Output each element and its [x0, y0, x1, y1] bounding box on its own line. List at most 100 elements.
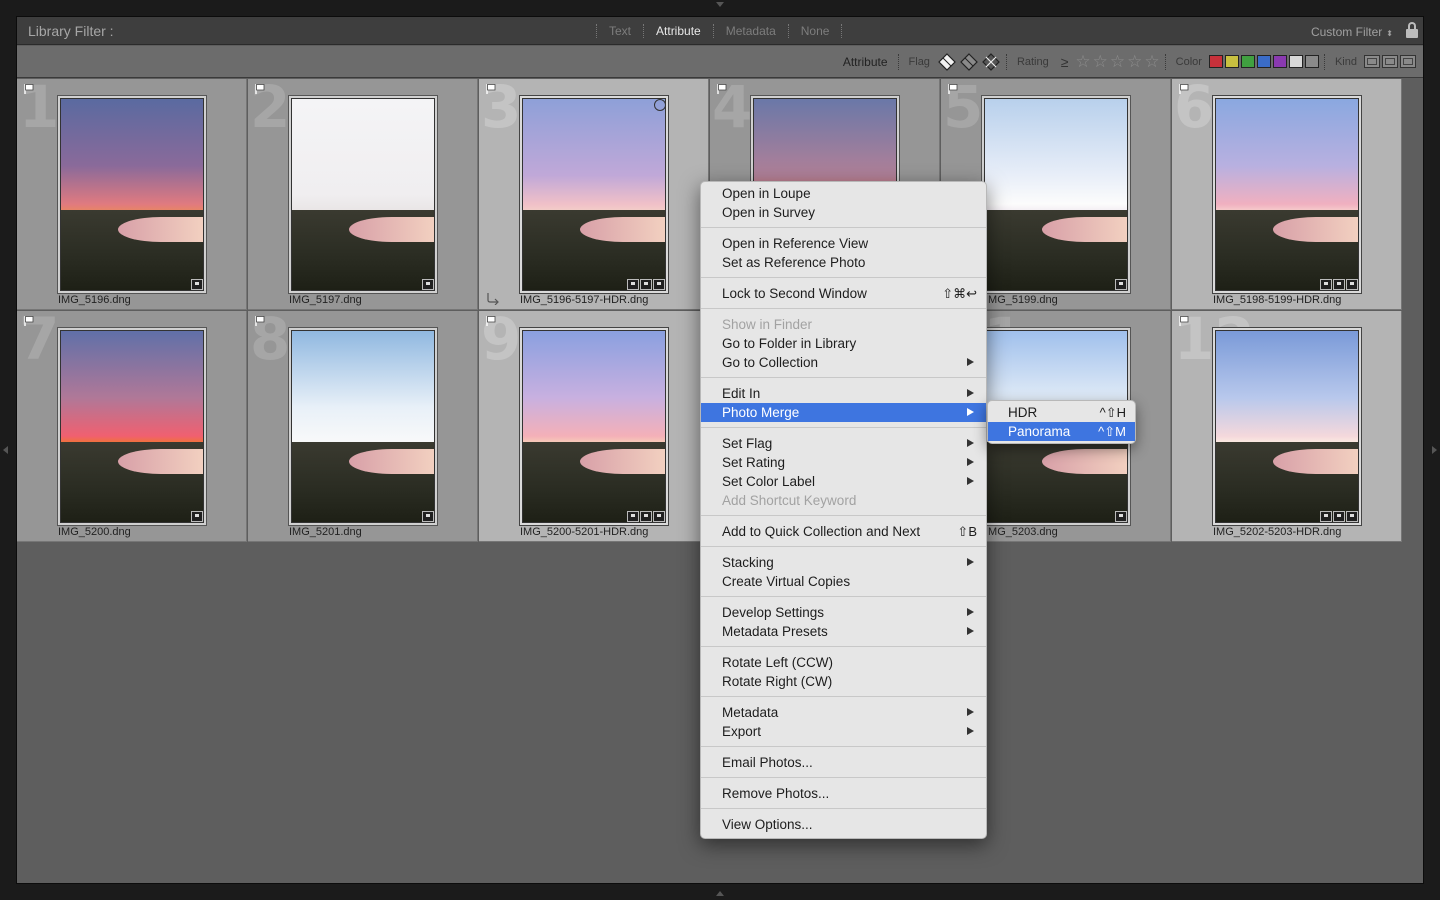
- grid-cell[interactable]: 7 IMG_5200.dng: [17, 311, 247, 542]
- thumbnail-frame[interactable]: [288, 95, 438, 294]
- star-icon[interactable]: ☆: [1093, 52, 1108, 71]
- tab-attribute[interactable]: Attribute: [648, 24, 709, 38]
- flag-icon[interactable]: [254, 314, 266, 326]
- metadata-badge-icon[interactable]: [627, 279, 639, 290]
- flag-picked-icon[interactable]: [938, 52, 956, 71]
- color-swatch-yellow[interactable]: [1224, 55, 1239, 68]
- grid-cell[interactable]: 1 IMG_5196.dng: [17, 79, 247, 310]
- menu-remove-photos[interactable]: Remove Photos...: [701, 784, 986, 803]
- metadata-badge-icon[interactable]: [1115, 279, 1127, 290]
- submenu-panorama[interactable]: Panorama ^⇧M: [988, 422, 1135, 441]
- panel-toggle-top-icon[interactable]: [716, 2, 724, 7]
- flag-icon[interactable]: [23, 314, 35, 326]
- menu-rotate-right[interactable]: Rotate Right (CW): [701, 672, 986, 691]
- crop-badge-icon[interactable]: [1333, 511, 1345, 522]
- flag-icon[interactable]: [485, 82, 497, 94]
- grid-cell[interactable]: 8 IMG_5201.dng: [248, 311, 478, 542]
- crop-badge-icon[interactable]: [640, 279, 652, 290]
- photo-thumbnail[interactable]: [291, 330, 435, 523]
- photo-thumbnail[interactable]: [1215, 330, 1359, 523]
- grid-cell[interactable]: 9 IMG_5200-5201-HDR.dng: [479, 311, 709, 542]
- photo-thumbnail[interactable]: [291, 98, 435, 291]
- menu-open-in-loupe[interactable]: Open in Loupe: [701, 184, 986, 203]
- metadata-badge-icon[interactable]: [627, 511, 639, 522]
- flag-rejected-icon[interactable]: [982, 52, 1000, 71]
- kind-video-icon[interactable]: [1400, 55, 1416, 68]
- metadata-badge-icon[interactable]: [191, 511, 203, 522]
- menu-email-photos[interactable]: Email Photos...: [701, 753, 986, 772]
- thumbnail-frame[interactable]: [1212, 95, 1362, 294]
- photo-thumbnail[interactable]: [60, 330, 204, 523]
- menu-go-to-collection[interactable]: Go to Collection: [701, 353, 986, 372]
- lock-icon[interactable]: [1405, 22, 1419, 38]
- develop-badge-icon[interactable]: [1346, 511, 1358, 522]
- metadata-badge-icon[interactable]: [191, 279, 203, 290]
- metadata-badge-icon[interactable]: [422, 279, 434, 290]
- menu-open-in-survey[interactable]: Open in Survey: [701, 203, 986, 222]
- panel-toggle-right-icon[interactable]: [1432, 446, 1437, 454]
- thumbnail-frame[interactable]: [519, 327, 669, 526]
- menu-edit-in[interactable]: Edit In: [701, 384, 986, 403]
- rotate-icon[interactable]: [485, 291, 501, 306]
- color-swatch-gray[interactable]: [1304, 55, 1319, 68]
- menu-go-to-folder[interactable]: Go to Folder in Library: [701, 334, 986, 353]
- menu-open-in-reference-view[interactable]: Open in Reference View: [701, 234, 986, 253]
- flag-icon[interactable]: [23, 82, 35, 94]
- flag-unflagged-icon[interactable]: [960, 52, 978, 71]
- develop-badge-icon[interactable]: [1346, 279, 1358, 290]
- tab-text[interactable]: Text: [601, 24, 639, 38]
- photo-thumbnail[interactable]: [522, 330, 666, 523]
- color-swatch-purple[interactable]: [1272, 55, 1287, 68]
- star-icon[interactable]: ☆: [1144, 52, 1159, 71]
- grid-cell[interactable]: 6 IMG_5198-5199-HDR.dng: [1172, 79, 1402, 310]
- panel-toggle-bottom-icon[interactable]: [716, 891, 724, 896]
- develop-badge-icon[interactable]: [653, 511, 665, 522]
- flag-icon[interactable]: [1178, 314, 1190, 326]
- flag-icon[interactable]: [947, 82, 959, 94]
- thumbnail-frame[interactable]: [1212, 327, 1362, 526]
- thumbnail-frame[interactable]: [57, 327, 207, 526]
- flag-icon[interactable]: [716, 82, 728, 94]
- menu-set-as-reference-photo[interactable]: Set as Reference Photo: [701, 253, 986, 272]
- kind-virtual-copy-icon[interactable]: [1382, 55, 1398, 68]
- menu-export[interactable]: Export: [701, 722, 986, 741]
- thumbnail-frame[interactable]: [57, 95, 207, 294]
- rating-operator[interactable]: ≥: [1061, 54, 1069, 70]
- photo-thumbnail[interactable]: [1215, 98, 1359, 291]
- color-swatch-white[interactable]: [1288, 55, 1303, 68]
- photo-thumbnail[interactable]: [522, 98, 666, 291]
- grid-cell[interactable]: 12IMG_5202-5203-HDR.dng: [1172, 311, 1402, 542]
- menu-photo-merge[interactable]: Photo Merge: [701, 403, 986, 422]
- menu-metadata[interactable]: Metadata: [701, 703, 986, 722]
- crop-badge-icon[interactable]: [1333, 279, 1345, 290]
- thumbnail-frame[interactable]: [981, 95, 1131, 294]
- star-icon[interactable]: ☆: [1127, 52, 1142, 71]
- menu-set-color-label[interactable]: Set Color Label: [701, 472, 986, 491]
- menu-create-virtual-copies[interactable]: Create Virtual Copies: [701, 572, 986, 591]
- color-swatch-blue[interactable]: [1256, 55, 1271, 68]
- grid-cell[interactable]: 3 IMG_5196-5197-HDR.dng: [479, 79, 709, 310]
- photo-thumbnail[interactable]: [984, 98, 1128, 291]
- star-icon[interactable]: ☆: [1075, 52, 1090, 71]
- photo-thumbnail[interactable]: [60, 98, 204, 291]
- metadata-badge-icon[interactable]: [1320, 279, 1332, 290]
- quick-collection-circle-icon[interactable]: [654, 99, 666, 111]
- develop-badge-icon[interactable]: [653, 279, 665, 290]
- metadata-badge-icon[interactable]: [1115, 511, 1127, 522]
- metadata-badge-icon[interactable]: [1320, 511, 1332, 522]
- color-swatch-green[interactable]: [1240, 55, 1255, 68]
- menu-lock-to-second-window[interactable]: Lock to Second Window ⇧⌘↩: [701, 284, 986, 303]
- crop-badge-icon[interactable]: [640, 511, 652, 522]
- custom-filter-dropdown[interactable]: Custom Filter ⬍: [1311, 25, 1393, 39]
- grid-cell[interactable]: 2 IMG_5197.dng: [248, 79, 478, 310]
- flag-icon[interactable]: [1178, 82, 1190, 94]
- thumbnail-frame[interactable]: [519, 95, 669, 294]
- tab-none[interactable]: None: [793, 24, 838, 38]
- flag-icon[interactable]: [485, 314, 497, 326]
- panel-toggle-left-icon[interactable]: [3, 446, 8, 454]
- submenu-hdr[interactable]: HDR ^⇧H: [988, 403, 1135, 422]
- thumbnail-frame[interactable]: [288, 327, 438, 526]
- flag-icon[interactable]: [254, 82, 266, 94]
- menu-develop-settings[interactable]: Develop Settings: [701, 603, 986, 622]
- metadata-badge-icon[interactable]: [422, 511, 434, 522]
